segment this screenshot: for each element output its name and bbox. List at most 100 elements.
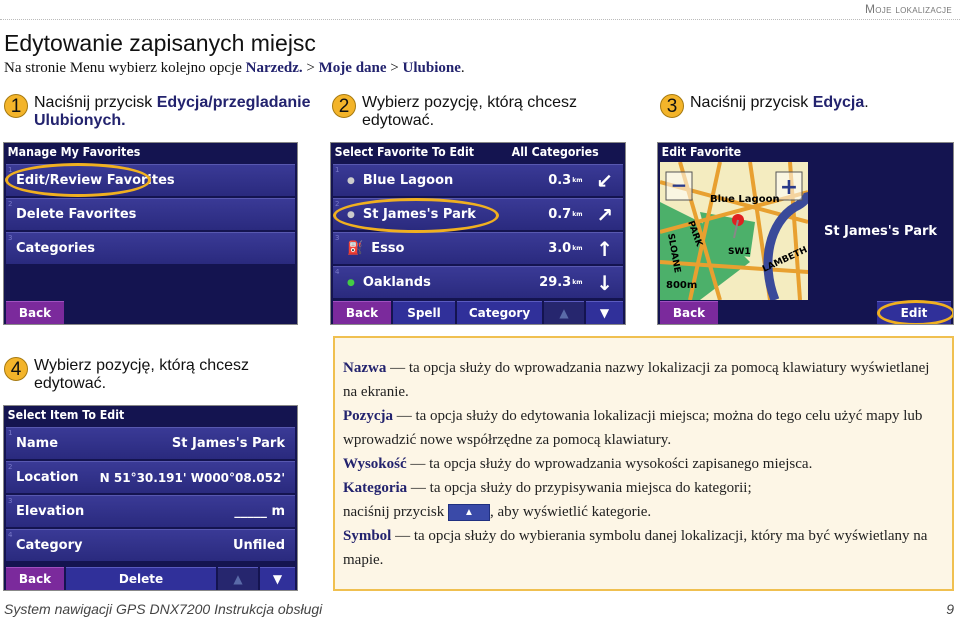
scroll-up-button[interactable]: ▲ — [218, 567, 258, 590]
fuel-icon: ⛽ — [347, 241, 364, 256]
distance: 0.7 — [548, 207, 572, 222]
row-index: 1 — [8, 429, 13, 437]
category-filter[interactable]: All Categories — [512, 143, 599, 162]
scroll-down-button[interactable]: ▼ — [260, 567, 295, 590]
desc: — ta opcja służy do przypisywania miejsc… — [407, 480, 752, 496]
step-bold: Edycja — [812, 94, 865, 111]
step-number: 1 — [4, 94, 28, 118]
row-index: 1 — [335, 166, 340, 174]
highlight-oval — [877, 300, 953, 324]
edit-item-name[interactable]: 1 Name St James's Park — [6, 427, 295, 459]
map-label: Blue Lagoon — [710, 194, 780, 205]
favorite-name: Esso — [371, 241, 405, 256]
item-label: Elevation — [16, 504, 85, 519]
edit-item-location[interactable]: 2 Location N 51°30.191' W000°08.052' — [6, 461, 295, 493]
step-end: . — [864, 94, 869, 111]
step-text: Wybierz pozycję, którą chcesz edytować. — [362, 94, 578, 129]
screen-title: Edit Favorite — [661, 145, 742, 159]
row-index: 3 — [8, 234, 13, 242]
zoom-in-icon: + — [780, 175, 798, 200]
manage-favorites-screen: Manage My Favorites 1 Edit/Review Favorit… — [3, 142, 298, 325]
step-2: 2 Wybierz pozycję, którą chcesz edytować. — [332, 94, 602, 130]
step-4: 4 Wybierz pozycję, którą chcesz edytować. — [4, 357, 264, 393]
step-number: 2 — [332, 94, 356, 118]
row-index: 4 — [8, 531, 13, 539]
category-button[interactable]: Category — [457, 301, 542, 324]
item-value: N 51°30.191' W000°08.052' — [99, 470, 285, 485]
distance-unit: km — [572, 279, 583, 286]
distance-unit: km — [572, 245, 583, 252]
step-text: Wybierz pozycję, którą chcesz edytować. — [34, 357, 250, 392]
item-value: St James's Park — [171, 436, 285, 451]
step-3: 3 Naciśnij przycisk Edycja. — [660, 94, 950, 118]
distance: 0.3 — [548, 173, 572, 188]
scroll-up-button[interactable]: ▲ — [544, 301, 584, 324]
back-button[interactable]: Back — [6, 567, 64, 590]
path-3: Ulubione — [402, 60, 461, 76]
row-index: 2 — [335, 200, 340, 208]
item-label: Location — [16, 470, 79, 485]
item-value: _____ m — [234, 504, 285, 519]
place-name: St James's Park — [823, 223, 938, 239]
categories-button[interactable]: 3 Categories — [6, 232, 295, 264]
favorite-row[interactable]: 4 ● Oaklands 29.3 km ↓ — [333, 266, 623, 298]
back-button[interactable]: Back — [333, 301, 391, 324]
intro-end: . — [460, 60, 465, 76]
row-label: Categories — [16, 241, 96, 256]
step-text: Naciśnij przycisk — [34, 94, 157, 111]
option-category: Kategoria — ta opcja służy do przypisywa… — [343, 476, 942, 524]
path-1: Narzedz. — [245, 60, 303, 76]
term: Symbol — [343, 528, 392, 544]
triangle-down-icon: ▼ — [272, 572, 283, 586]
term: Nazwa — [343, 360, 387, 376]
edit-item-category[interactable]: 4 Category Unfiled — [6, 529, 295, 561]
delete-button[interactable]: Delete — [66, 567, 216, 590]
arrow-southwest-icon: ↙ — [596, 168, 613, 193]
step-1: 1 Naciśnij przycisk Edycja/przegladanie U… — [4, 94, 324, 130]
triangle-up-icon: ▲ — [464, 507, 474, 519]
triangle-up-icon: ▲ — [233, 572, 243, 586]
up-button-image: ▲ — [447, 504, 490, 522]
distance-unit: km — [572, 177, 583, 184]
back-button[interactable]: Back — [6, 301, 64, 324]
screen-title: Select Item To Edit — [7, 408, 125, 422]
options-note: Nazwa — ta opcja służy do wprowadzania n… — [333, 336, 954, 591]
arrow-south-icon: ↓ — [596, 270, 613, 295]
favorite-row[interactable]: 1 ● Blue Lagoon 0.3 km ↙ — [333, 164, 623, 196]
path-2: Moje dane — [318, 60, 387, 76]
page-number: 9 — [946, 601, 954, 617]
select-favorite-screen: Select Favorite To Edit All Categories 1 … — [330, 142, 626, 325]
row-index: 2 — [8, 200, 13, 208]
scroll-down-button[interactable]: ▼ — [586, 301, 623, 324]
step-number: 3 — [660, 94, 684, 118]
distance: 29.3 — [539, 275, 572, 290]
row-index: 3 — [335, 234, 340, 242]
intro-text: Na stronie Menu wybierz kolejno opcje — [4, 60, 246, 76]
spell-button[interactable]: Spell — [393, 301, 455, 324]
flag-icon: ● — [347, 175, 355, 186]
desc: naciśnij przycisk — [343, 504, 448, 520]
row-index: 2 — [8, 463, 13, 471]
select-item-screen: Select Item To Edit 1 Name St James's Pa… — [3, 405, 298, 591]
option-position: Pozycja — ta opcja służy do edytowania l… — [343, 404, 942, 452]
desc: — ta opcja służy do wybierania symbolu d… — [343, 528, 928, 568]
map-scale: 800m — [666, 280, 697, 291]
delete-favorites-button[interactable]: 2 Delete Favorites — [6, 198, 295, 230]
sep: > — [386, 60, 403, 76]
screen-title: Manage My Favorites — [7, 145, 141, 159]
section-title: Moje lokalizacje — [864, 2, 952, 16]
desc: — ta opcja służy do wprowadzania wysokoś… — [406, 456, 813, 472]
back-button[interactable]: Back — [660, 301, 718, 324]
favorite-row[interactable]: 3 ⛽ Esso 3.0 km ↑ — [333, 232, 623, 264]
map-view[interactable]: − + Blue Lagoon PARK SLOANE SW1 LAMBETH … — [660, 162, 808, 300]
item-value: Unfiled — [232, 538, 285, 553]
edit-item-elevation[interactable]: 3 Elevation _____ m — [6, 495, 295, 527]
item-label: Name — [16, 436, 59, 451]
triangle-up-icon: ▲ — [559, 306, 569, 320]
step-text: Naciśnij przycisk — [690, 94, 813, 111]
row-label: Delete Favorites — [16, 207, 137, 222]
intro: Na stronie Menu wybierz kolejno opcje Na… — [4, 60, 465, 77]
divider — [0, 19, 960, 20]
distance-unit: km — [572, 211, 583, 218]
highlight-oval — [5, 163, 151, 197]
